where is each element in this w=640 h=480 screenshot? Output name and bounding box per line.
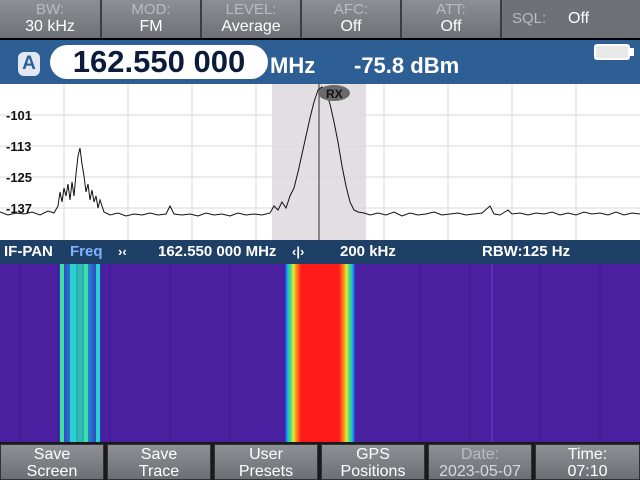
y-tick: -113: [6, 139, 31, 154]
center-frequency: 162.550 000 MHz: [158, 243, 277, 260]
param-value: 30 kHz: [25, 18, 75, 35]
y-axis-ticks: -101 -113 -125 -137: [6, 108, 32, 216]
channel-badge[interactable]: A: [18, 52, 40, 76]
time-display[interactable]: Time: 07:10: [535, 444, 640, 480]
param-label: AFC:: [333, 1, 369, 18]
afc-param[interactable]: AFC: Off: [302, 0, 402, 38]
grid: [0, 84, 640, 240]
waterfall-main-signal: [284, 264, 356, 442]
gps-positions-button[interactable]: GPS Positions: [321, 444, 425, 480]
waterfall-display[interactable]: [0, 264, 640, 442]
freq-label[interactable]: Freq: [70, 243, 103, 260]
waterfall-trace-b: [70, 264, 76, 442]
key-line1: User: [249, 446, 283, 463]
sql-value: Off: [568, 10, 590, 27]
param-label: ATT:: [436, 1, 466, 18]
waterfall-trace-d: [96, 264, 100, 442]
rx-marker-label: RX: [326, 87, 343, 101]
param-label: LEVEL:: [225, 1, 277, 18]
key-line2: 07:10: [567, 463, 608, 480]
key-line1: GPS: [356, 446, 390, 463]
key-line2: Screen: [26, 463, 78, 480]
span-icon: ‹|›: [292, 244, 305, 259]
param-value: Off: [440, 18, 462, 35]
ifpan-mode: IF-PAN: [4, 243, 53, 260]
waterfall-svg: [0, 264, 640, 442]
key-line2: Trace: [138, 463, 180, 480]
modulation-param[interactable]: MOD: FM: [102, 0, 202, 38]
y-tick: -125: [6, 170, 32, 185]
save-trace-button[interactable]: Save Trace: [107, 444, 211, 480]
key-line1: Save: [140, 446, 178, 463]
bandwidth-param[interactable]: BW: 30 kHz: [0, 0, 102, 38]
param-value: Off: [340, 18, 362, 35]
key-line1: Date:: [460, 446, 500, 463]
battery-icon: [594, 44, 630, 60]
sql-label: SQL:: [512, 10, 547, 27]
spectrum-plot[interactable]: -101 -113 -125 -137 RX: [0, 84, 640, 240]
date-display: Date: 2023-05-07: [428, 444, 532, 480]
param-label: MOD:: [131, 1, 171, 18]
waterfall-trace-a: [60, 264, 64, 442]
squelch-param[interactable]: SQL: Off: [502, 0, 640, 38]
span-value: 200 kHz: [340, 243, 396, 260]
waterfall-trace-c: [84, 264, 88, 442]
center-freq-icon: ›‹: [118, 244, 127, 259]
y-tick: -101: [6, 108, 32, 123]
key-line1: Save: [33, 446, 71, 463]
waterfall-side-signal: [58, 264, 102, 442]
attenuation-param[interactable]: ATT: Off: [402, 0, 502, 38]
save-screen-button[interactable]: Save Screen: [0, 444, 104, 480]
param-label: BW:: [35, 1, 65, 18]
signal-level: -75.8 dBm: [354, 53, 460, 78]
battery-tip: [630, 48, 634, 56]
frequency-display[interactable]: 162.550 000: [50, 45, 268, 79]
y-tick: -137: [6, 201, 32, 216]
key-line1: Time:: [567, 446, 608, 463]
level-param[interactable]: LEVEL: Average: [202, 0, 302, 38]
ifpan-bar: IF-PAN Freq ›‹ 162.550 000 MHz ‹|› 200 k…: [0, 240, 640, 264]
spectrum-svg: -101 -113 -125 -137 RX: [0, 84, 640, 240]
param-value: FM: [139, 18, 163, 35]
user-presets-button[interactable]: User Presets: [214, 444, 318, 480]
param-value: Average: [221, 18, 281, 35]
key-line2: Positions: [340, 463, 406, 480]
frequency-unit: MHz: [270, 53, 316, 78]
key-line2: 2023-05-07: [439, 463, 521, 480]
key-line2: Presets: [238, 463, 294, 480]
rbw-value: RBW:125 Hz: [482, 243, 571, 260]
parameter-bar: BW: 30 kHz MOD: FM LEVEL: Average AFC: O…: [0, 0, 640, 38]
